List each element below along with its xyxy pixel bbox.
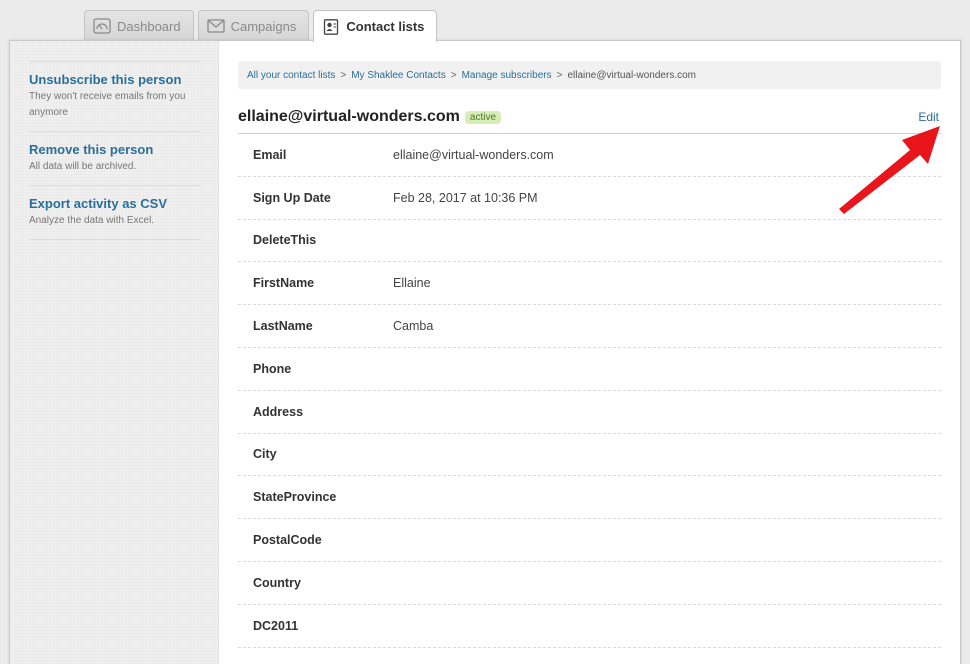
field-value: Ellaine [393,276,431,291]
subscriber-details: All your contact lists > My Shaklee Cont… [238,41,941,648]
field-list: Email ellaine@virtual-wonders.com Sign Up … [238,134,941,648]
tab-label: Contact lists [346,19,425,34]
field-row: StateProvince [238,476,941,520]
breadcrumb-separator: > [556,69,563,81]
export-csv-description: Analyze the data with Excel. [29,215,155,226]
edit-link[interactable]: Edit [918,110,939,124]
field-label: Address [253,404,304,419]
tab-label: Campaigns [230,18,297,34]
tab-campaigns[interactable]: Campaigns [197,10,310,41]
field-label: Sign Up Date [253,190,331,205]
sidebar-item-remove: Remove this person All data will be arch… [29,132,200,186]
field-label: PostalCode [253,533,322,548]
field-label: Email [253,147,287,162]
breadcrumb-manage-subscribers[interactable]: Manage subscribers [462,70,552,81]
field-row: Sign Up Date Feb 28, 2017 at 10:36 PM [238,177,941,220]
breadcrumb-separator: > [340,69,347,81]
tab-contact-lists[interactable]: Contact lists [313,10,438,42]
main-panel: Unsubscribe this person They won't recei… [9,40,961,664]
field-label: LastName [253,319,313,334]
contact-card-icon [324,18,339,35]
field-label: Phone [253,361,292,376]
subscriber-header: ellaine@virtual-wonders.com active Edit [238,101,941,134]
field-row: Country [238,562,941,605]
field-label: DC2011 [253,618,299,633]
breadcrumb-list[interactable]: My Shaklee Contacts [351,70,446,81]
field-row: Phone [238,348,941,391]
field-label: FirstName [253,276,315,291]
breadcrumb-separator: > [450,69,457,81]
field-row: Address [238,391,941,434]
field-row: City [238,434,941,477]
remove-person-link[interactable]: Remove this person [29,142,200,157]
field-row: LastName Camba [238,305,941,348]
tab-dashboard[interactable]: Dashboard [84,10,194,41]
unsubscribe-link[interactable]: Unsubscribe this person [29,72,200,87]
field-row: DC2011 [238,605,941,648]
unsubscribe-description: They won't receive emails from you anymo… [29,91,186,118]
remove-person-description: All data will be archived. [29,161,137,172]
field-label: DeleteThis [253,233,317,248]
field-row: PostalCode [238,519,941,562]
export-csv-link[interactable]: Export activity as CSV [29,196,200,211]
dashboard-icon [93,18,111,34]
field-label: StateProvince [253,490,337,505]
field-row: DeleteThis [238,220,941,263]
page-title: ellaine@virtual-wonders.com [238,108,460,125]
breadcrumb-current: ellaine@virtual-wonders.com [567,69,696,81]
sidebar-item-unsubscribe: Unsubscribe this person They won't recei… [29,61,200,132]
sidebar-item-export: Export activity as CSV Analyze the data … [29,186,200,240]
field-value: Camba [393,319,434,334]
envelope-icon [206,19,225,33]
tab-label: Dashboard [117,18,181,34]
sidebar: Unsubscribe this person They won't recei… [10,41,219,664]
breadcrumb-all-lists[interactable]: All your contact lists [247,70,335,81]
field-row: FirstName Ellaine [238,262,941,306]
status-badge: active [464,110,502,124]
main-tabs: Dashboard Campaigns Contact lists [84,10,438,42]
breadcrumb: All your contact lists > My Shaklee Cont… [238,61,941,89]
field-label: City [253,447,277,462]
field-value: ellaine@virtual-wonders.com [393,147,554,162]
field-label: Country [253,575,301,590]
field-value: Feb 28, 2017 at 10:36 PM [393,190,538,205]
field-row: Email ellaine@virtual-wonders.com [238,134,941,177]
